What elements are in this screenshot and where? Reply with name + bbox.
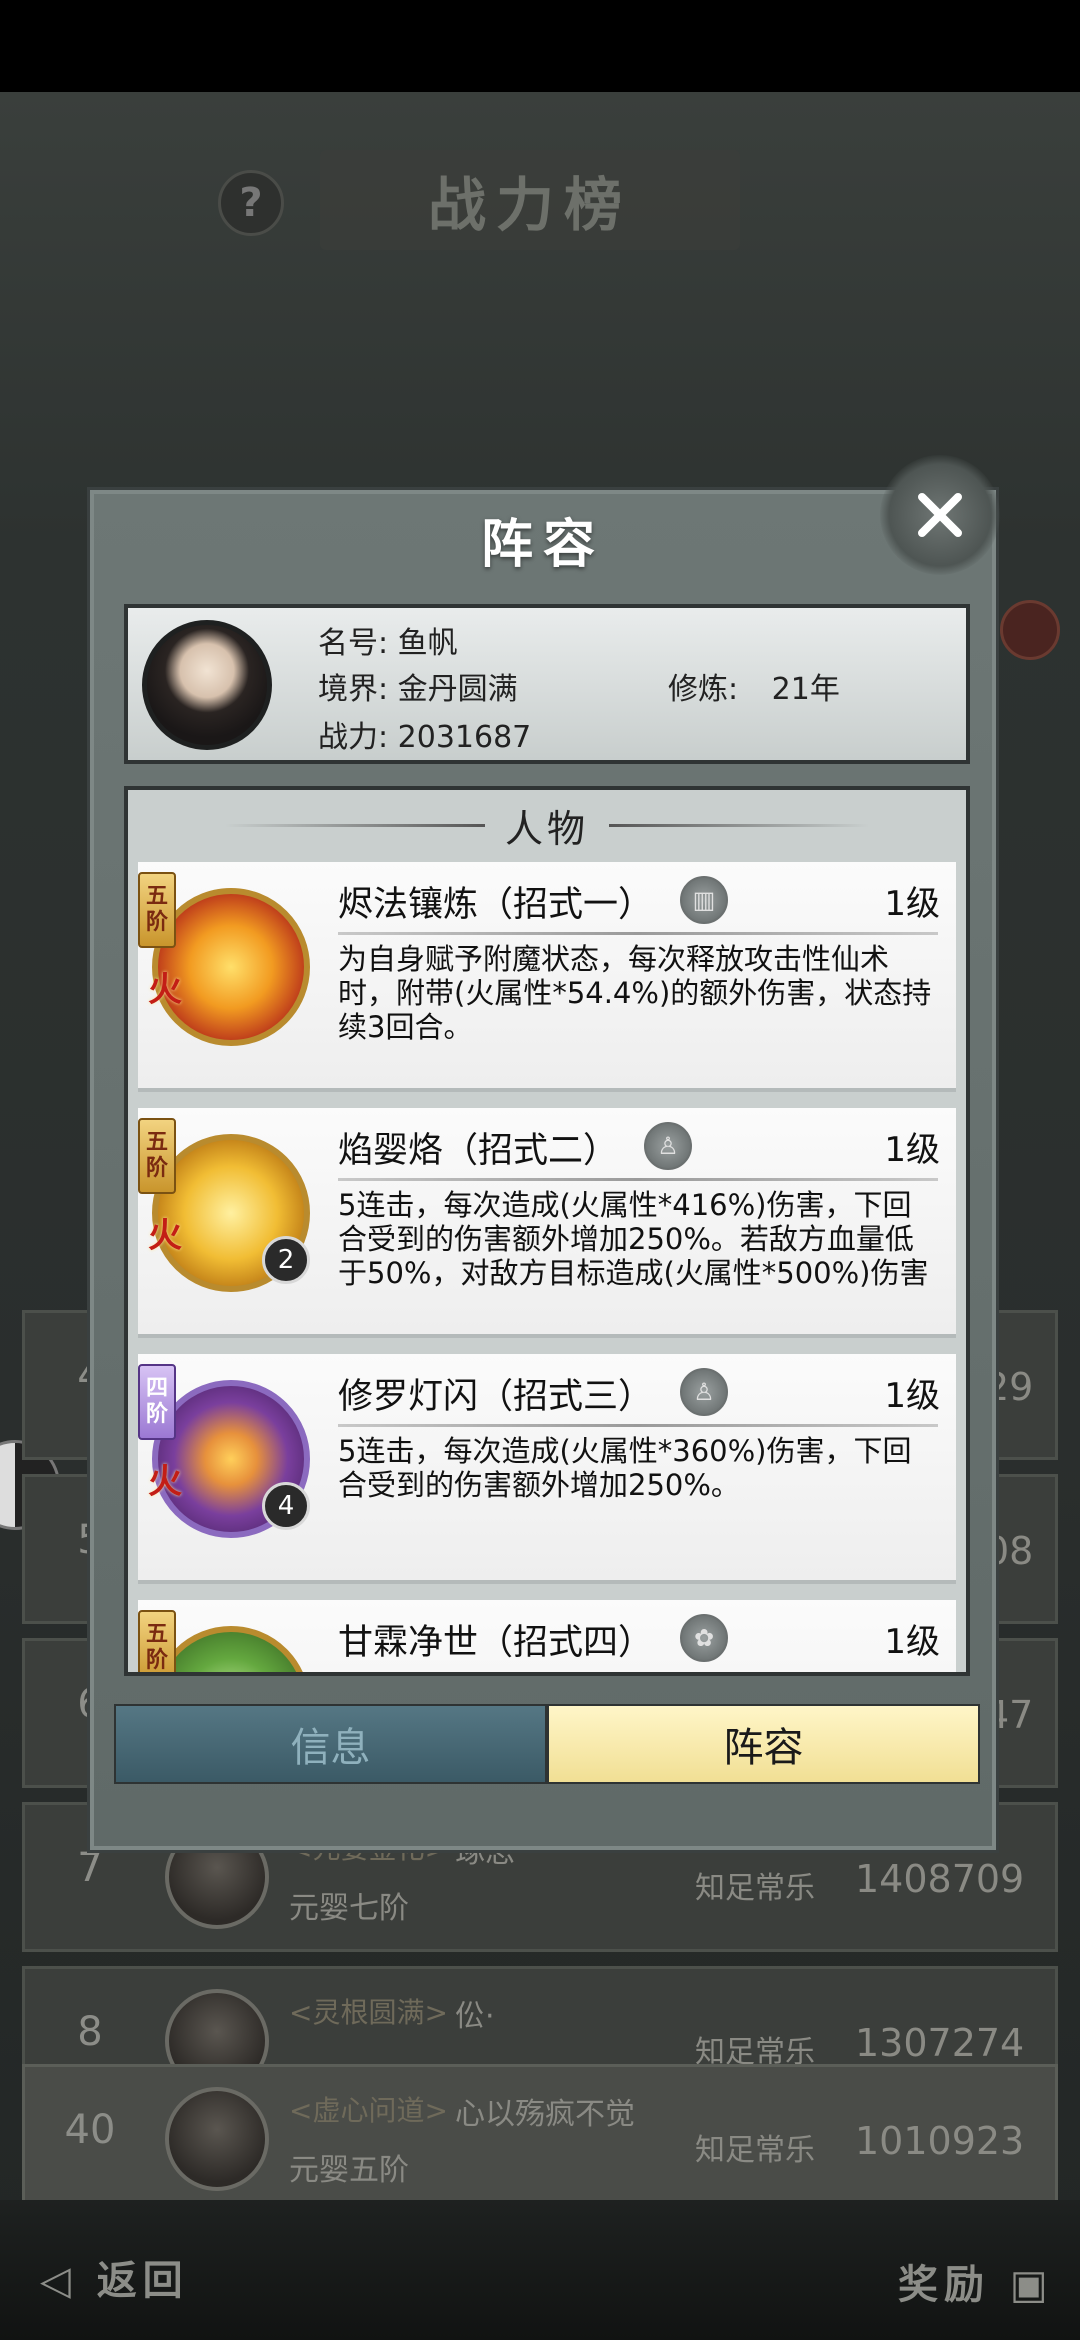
back-label: 返回 [96,2257,189,2304]
close-icon [918,493,962,537]
skill-name: 烬法镶炼（招式一） [338,885,654,925]
back-button[interactable]: ◁ 返回 [40,2248,189,2306]
skill-description: 为自身赋予附魔状态，每次释放攻击性仙术时，附带(火属性*54.4%)的额外伤害，… [338,942,932,1044]
skill-card[interactable]: 五 阶 甘霖净世（招式四） ✿ 1级 [138,1600,956,1673]
player-sect: 知足常乐 [695,2133,815,2168]
section-title: 人物 [504,806,589,851]
modal-title: 阵容 [480,513,605,575]
profile-name-row: 名号: 鱼帆 [318,618,458,662]
name-value: 鱼帆 [397,626,458,661]
tab-info[interactable]: 信息 [114,1704,547,1784]
player-name: 心以殇疯不觉 [455,2097,635,2132]
name-label: 名号: [318,626,389,661]
my-rank-row[interactable]: 40 <虚心问道> 心以殇疯不觉 元婴五阶 知足常乐 1010923 [22,2064,1058,2214]
realm-value: 金丹圆满 [397,672,518,707]
profile-cultivation-row: 修炼: 21年 [668,664,840,708]
status-bar [0,0,1080,92]
section-header: 人物 [128,790,966,860]
tier-suffix: 阶 [145,910,168,935]
rank-number: 7 [77,1845,103,1891]
skill-description: 5连击，每次造成(火属性*416%)伤害，下回合受到的伤害额外增加250%。若敌… [338,1188,929,1290]
tier-badge: 五 阶 [138,1118,176,1194]
tier-badge: 五 阶 [138,872,176,948]
skill-level: 1级 [884,1376,940,1416]
tier-number: 五 [145,1130,168,1155]
skill-description: 5连击，每次造成(火属性*360%)伤害，下回合受到的伤害额外增加250%。 [338,1434,912,1502]
profile-power-row: 战力: 2031687 [318,712,531,756]
ranking-title: 战力榜 [427,171,632,239]
chest-icon: ▣ [990,2261,1054,2308]
power-value: 1408709 [855,1857,1025,1901]
skill-type-icon: ✿ [680,1614,728,1662]
back-arrow-icon: ◁ [40,2257,97,2304]
count-badge: 4 [262,1482,310,1530]
skill-name: 焰婴烙（招式二） [338,1131,619,1171]
reward-label: 奖励 [898,2261,990,2308]
skill-level: 1级 [884,1622,940,1662]
help-icon[interactable]: ? [218,170,284,236]
tier-suffix: 阶 [145,1156,168,1181]
divider [338,1424,938,1427]
profile-card: 名号: 鱼帆 境界: 金丹圆满 修炼: 21年 战力: 2031687 [124,604,970,764]
fire-element-mark: 火 [148,970,182,1010]
skill-level: 1级 [884,884,940,924]
avatar [142,620,272,750]
rank-number: 8 [77,2009,103,2055]
modal-tabs: 信息 阵容 [114,1704,980,1784]
title-tag: <灵根圆满> [289,1996,448,2029]
tier-number: 五 [145,884,168,909]
tier-badge: 四 阶 [138,1364,176,1440]
tier-number: 五 [145,1622,168,1647]
divider [609,823,869,827]
fire-element-mark: 火 [148,1462,182,1502]
skill-level: 1级 [884,1130,940,1170]
fire-element-mark: 火 [148,1216,182,1256]
player-name: 伀· [455,1999,495,2034]
divider [224,823,485,827]
side-badge-icon[interactable] [1000,600,1060,660]
skill-type-icon: ♙ [644,1122,692,1170]
skill-name: 修罗灯闪（招式三） [338,1377,654,1417]
tier-suffix: 阶 [145,1648,168,1673]
divider [338,1178,938,1181]
cultivation-value: 21年 [771,672,840,707]
reward-button[interactable]: 奖励 ▣ [898,2252,1054,2310]
avatar [165,2087,269,2191]
power-label: 战力: [318,720,389,755]
skills-panel[interactable]: 人物 五 阶 火 烬法镶炼（招式一） ▥ 1级 为自身赋予附魔状态，每次释放攻击… [124,786,970,1676]
modal-title-bar: 阵容 [94,494,992,584]
tier-number: 四 [145,1376,168,1401]
skill-card[interactable]: 四 阶 火 4 修罗灯闪（招式三） ♙ 1级 5连击，每次造成(火属性*360%… [138,1354,956,1584]
player-stage: 元婴五阶 [289,2153,409,2188]
skill-card[interactable]: 五 阶 火 烬法镶炼（招式一） ▥ 1级 为自身赋予附魔状态，每次释放攻击性仙术… [138,862,956,1092]
tier-suffix: 阶 [145,1402,168,1427]
title-tag: <虚心问道> [289,2094,448,2127]
lineup-modal: 阵容 名号: 鱼帆 境界: 金丹圆满 修炼: 21年 战力: 2031687 人… [90,490,996,1850]
ranking-title-banner: 战力榜 [320,150,740,250]
power-value: 2031687 [397,720,532,755]
player-sect: 知足常乐 [695,1871,815,1906]
player-stage: 元婴七阶 [289,1891,409,1926]
realm-label: 境界: [318,672,389,707]
profile-realm-row: 境界: 金丹圆满 [318,664,518,708]
tier-badge: 五 阶 [138,1610,176,1673]
power-value: 1307274 [855,2021,1025,2065]
count-badge: 2 [262,1236,310,1284]
close-button[interactable] [880,455,1000,575]
skill-card[interactable]: 五 阶 火 2 焰婴烙（招式二） ♙ 1级 5连击，每次造成(火属性*416%)… [138,1108,956,1338]
rank-number: 40 [64,2107,116,2153]
cultivation-label: 修炼: [668,672,739,707]
skill-name: 甘霖净世（招式四） [338,1623,654,1663]
power-value: 1010923 [855,2119,1025,2163]
skill-type-icon: ▥ [680,876,728,924]
divider [338,932,938,935]
tab-lineup[interactable]: 阵容 [547,1704,980,1784]
skill-type-icon: ♙ [680,1368,728,1416]
